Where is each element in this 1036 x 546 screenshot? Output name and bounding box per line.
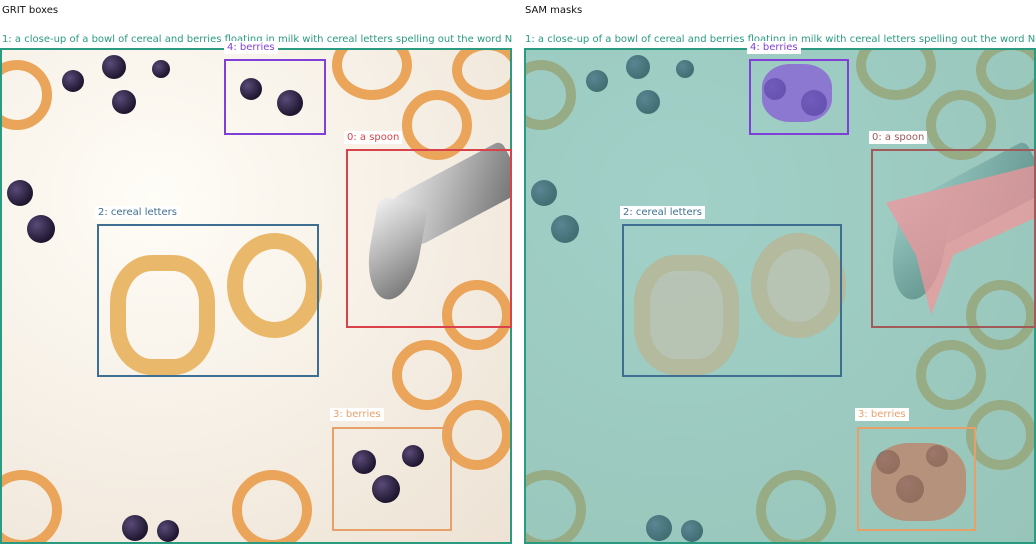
- berry: [7, 180, 33, 206]
- grit-panel-title: GRIT boxes: [2, 5, 59, 16]
- berry: [157, 520, 179, 542]
- berry: [102, 55, 126, 79]
- bbox-berries-bottom: [857, 427, 976, 531]
- sam-panel-title: SAM masks: [525, 5, 583, 16]
- bbox-berries-bottom: [332, 427, 452, 531]
- bbox-label-berries-bottom: 3: berries: [330, 408, 384, 421]
- cereal-loop: [332, 50, 412, 100]
- cereal-loop: [232, 470, 312, 542]
- bbox-label-berries-top: 4: berries: [747, 41, 801, 54]
- cereal-loop: [392, 340, 462, 410]
- bbox-label-spoon: 0: a spoon: [869, 131, 928, 144]
- bbox-label-berries-bottom: 3: berries: [855, 408, 909, 421]
- berry: [62, 70, 84, 92]
- bbox-cereal-letters: [622, 224, 842, 377]
- berry: [27, 215, 55, 243]
- bbox-cereal-letters: [97, 224, 319, 377]
- bbox-spoon: [346, 149, 512, 328]
- bbox-berries-top: [224, 59, 326, 135]
- bbox-label-berries-top: 4: berries: [224, 41, 278, 54]
- cereal-loop: [452, 50, 510, 100]
- bbox-label-spoon: 0: a spoon: [344, 131, 403, 144]
- cereal-loop: [442, 400, 510, 470]
- bbox-label-cereal-letters: 2: cereal letters: [620, 206, 705, 219]
- berry: [112, 90, 136, 114]
- bbox-berries-top: [749, 59, 849, 135]
- bbox-label-cereal-letters: 2: cereal letters: [95, 206, 180, 219]
- bbox-spoon: [871, 149, 1036, 328]
- berry: [152, 60, 170, 78]
- cereal-loop: [2, 470, 62, 542]
- berry: [122, 515, 148, 541]
- cereal-loop: [2, 60, 52, 130]
